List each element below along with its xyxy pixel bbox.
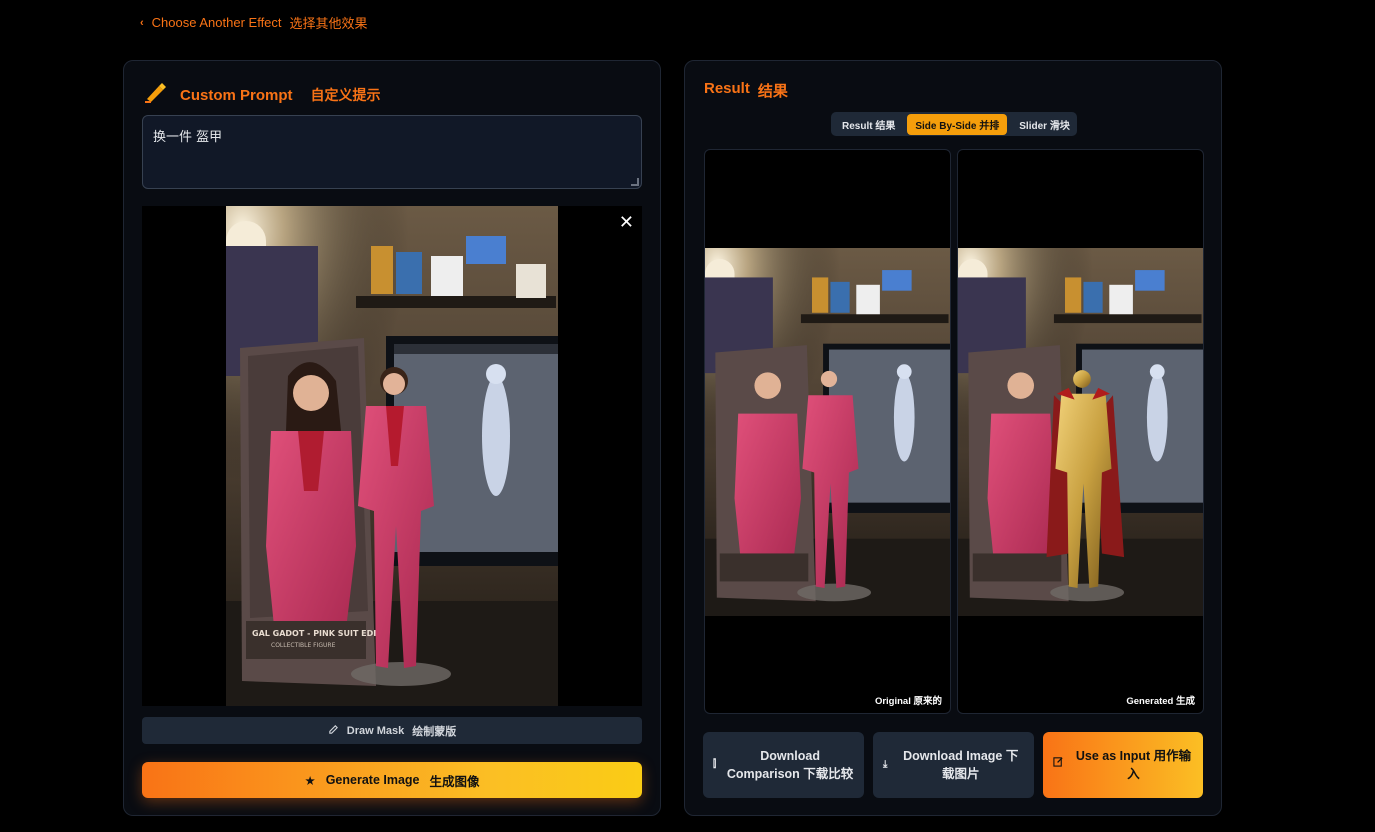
generate-label: Generate Image [325,773,420,787]
use-as-input-label: Use as Input 用作输入 [1075,749,1192,781]
tab-slider[interactable]: Slider 滑块 [1011,114,1078,135]
download-icon: ⤓ [883,759,888,770]
original-image [705,248,950,616]
star-icon: ★ [304,773,316,788]
result-title-cn: 结果 [757,83,788,100]
prompt-title: Custom Prompt [180,86,293,104]
input-image-area[interactable]: GAL GADOT - PINK SUIT EDITI COLLECTIBLE … [142,206,642,706]
download-comparison-label: Download Comparison 下载比较 [726,749,854,781]
back-label: Choose Another Effect [151,15,282,30]
prompt-panel: Custom Prompt 自定义提示 换一件 盔甲 GAL GADOT - P… [123,60,661,816]
back-link[interactable]: ‹ Choose Another Effect 选择其他效果 [140,13,368,32]
download-comparison-button[interactable]: ⫿ Download Comparison 下载比较 [703,732,864,798]
download-image-button[interactable]: ⤓ Download Image 下载图片 [873,732,1034,798]
prompt-input[interactable]: 换一件 盔甲 [142,115,642,189]
edit-icon [1053,756,1064,774]
generate-image-button[interactable]: ★ Generate Image 生成图像 [142,762,642,798]
generated-image-panel: Generated 生成 [957,149,1204,714]
svg-text:GAL GADOT - PINK SUIT EDITI: GAL GADOT - PINK SUIT EDITI [252,629,385,638]
resize-handle[interactable] [631,178,639,186]
view-mode-tabs: Result 结果 Side By-Side 并排 Slider 滑块 [831,112,1077,136]
input-image: GAL GADOT - PINK SUIT EDITI COLLECTIBLE … [226,206,558,706]
download-image-label: Download Image 下载图片 [903,749,1019,781]
writing-hand-icon [144,81,168,109]
result-title-en: Result [704,80,750,97]
pencil-icon [328,724,339,738]
result-title: Result 结果 [704,80,788,101]
tab-side-by-side[interactable]: Side By-Side 并排 [907,113,1008,135]
draw-mask-label: Draw Mask [346,724,405,737]
generated-image [958,248,1203,616]
prompt-value: 换一件 盔甲 [153,130,223,145]
original-image-panel: Original 原来的 [704,149,951,714]
draw-mask-button[interactable]: Draw Mask 绘制蒙版 [142,717,642,744]
use-as-input-button[interactable]: Use as Input 用作输入 [1043,732,1203,798]
prompt-header: Custom Prompt 自定义提示 [144,81,381,109]
chevron-left-icon: ‹ [140,16,144,29]
result-panel: Result 结果 Result 结果 Side By-Side 并排 Slid… [684,60,1222,816]
back-label-cn: 选择其他效果 [289,16,368,31]
compare-icon: ⫿ [713,759,717,770]
generate-label-cn: 生成图像 [429,774,480,789]
generated-label: Generated 生成 [1126,696,1195,707]
prompt-title-cn: 自定义提示 [310,87,381,103]
original-label: Original 原来的 [874,696,942,707]
svg-text:COLLECTIBLE FIGURE: COLLECTIBLE FIGURE [271,642,336,649]
close-icon[interactable]: ✕ [619,212,634,232]
tab-result[interactable]: Result 结果 [834,114,903,135]
draw-mask-label-cn: 绘制蒙版 [412,725,457,738]
